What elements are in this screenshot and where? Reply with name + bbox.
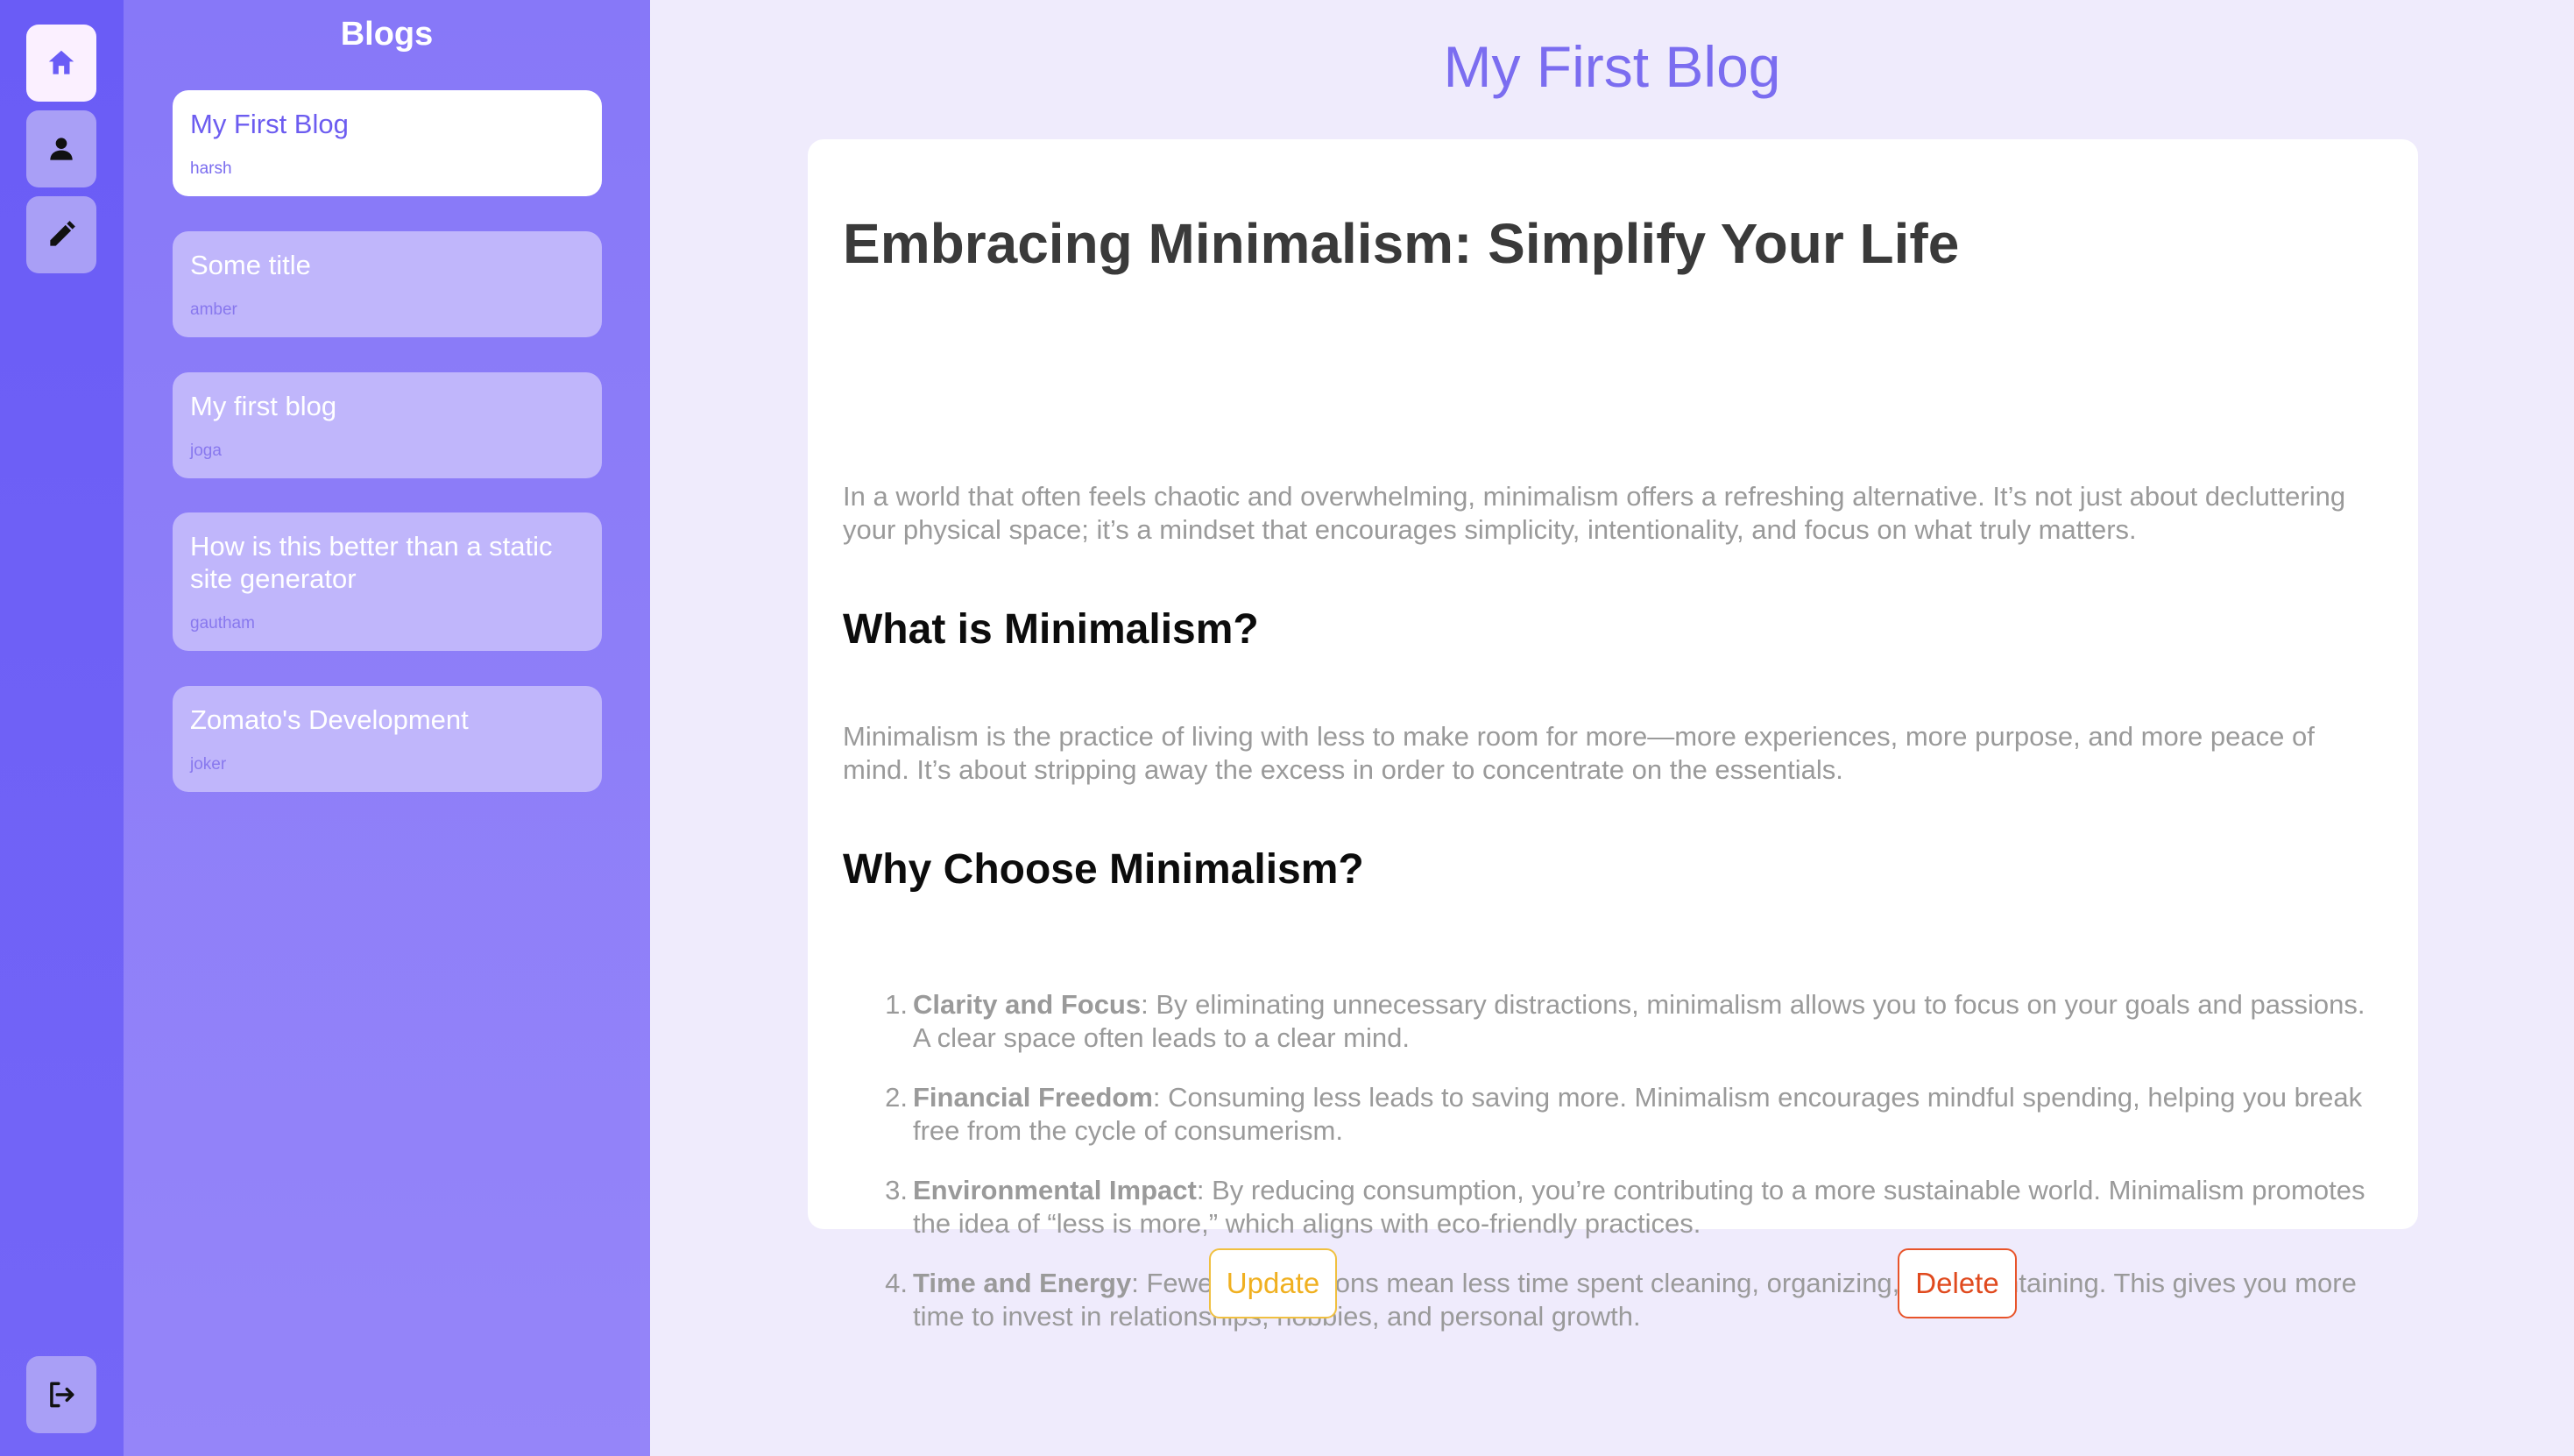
- write-button[interactable]: [26, 196, 96, 273]
- blog-card[interactable]: Zomato's Development joker: [173, 686, 602, 792]
- list-item: 2. Financial Freedom: Consuming less lea…: [843, 1081, 2367, 1148]
- blog-list-sidebar: Blogs My First Blog harsh Some title amb…: [124, 0, 650, 1456]
- list-item: 1. Clarity and Focus: By eliminating unn…: [843, 988, 2367, 1055]
- list-item: 3. Environmental Impact: By reducing con…: [843, 1174, 2367, 1240]
- pencil-icon: [50, 221, 75, 246]
- logout-icon: [50, 1382, 74, 1408]
- list-item: 4. Time and Energy: Fewer possessions me…: [843, 1267, 2367, 1333]
- blog-card-title: Some title: [190, 250, 311, 280]
- list-item-number: 4.: [885, 1268, 908, 1298]
- sidebar-title: Blogs: [340, 16, 434, 53]
- section-body: Minimalism is the practice of living wit…: [843, 721, 2315, 785]
- blog-card[interactable]: Some title amber: [173, 231, 602, 337]
- blog-card-author: joga: [190, 442, 222, 460]
- list-item-number: 3.: [885, 1175, 908, 1205]
- blog-card-title: My First Blog: [190, 109, 349, 139]
- blog-card[interactable]: How is this better than a static site ge…: [173, 512, 602, 651]
- delete-button[interactable]: Delete: [1898, 1248, 2017, 1318]
- blog-card-title: How is this better than a static site ge…: [190, 531, 553, 594]
- list-item-term: Environmental Impact: [913, 1175, 1197, 1205]
- list-item-number: 2.: [885, 1082, 908, 1113]
- blog-card-author: joker: [190, 755, 227, 774]
- update-button[interactable]: Update: [1209, 1248, 1337, 1318]
- article-heading: Embracing Minimalism: Simplify Your Life: [843, 212, 1960, 275]
- list-item-term: Financial Freedom: [913, 1082, 1153, 1113]
- blog-card-author: gautham: [190, 614, 255, 633]
- article-intro: In a world that often feels chaotic and …: [843, 481, 2346, 545]
- icon-rail: [0, 0, 124, 1456]
- blog-card-title: Zomato's Development: [190, 704, 469, 735]
- profile-button[interactable]: [26, 110, 96, 187]
- blog-article: Embracing Minimalism: Simplify Your Life…: [808, 139, 2418, 1332]
- home-icon: [48, 50, 74, 74]
- blog-card-author: amber: [190, 300, 237, 319]
- list-item-term: Clarity and Focus: [913, 989, 1142, 1020]
- list-item-number: 1.: [885, 989, 908, 1020]
- home-button[interactable]: [26, 25, 96, 102]
- section-heading: What is Minimalism?: [843, 606, 1259, 653]
- list-item-term: Time and Energy: [913, 1268, 1132, 1298]
- user-icon: [50, 138, 73, 160]
- reasons-list: 1. Clarity and Focus: By eliminating unn…: [843, 988, 2367, 1360]
- blog-card-title: My first blog: [190, 391, 337, 421]
- section-heading: Why Choose Minimalism?: [843, 846, 1364, 893]
- blog-card-author: harsh: [190, 159, 232, 178]
- page-title: My First Blog: [1443, 34, 1781, 99]
- logout-button[interactable]: [26, 1356, 96, 1433]
- blog-card[interactable]: My First Blog harsh: [173, 90, 602, 196]
- blog-card[interactable]: My first blog joga: [173, 372, 602, 478]
